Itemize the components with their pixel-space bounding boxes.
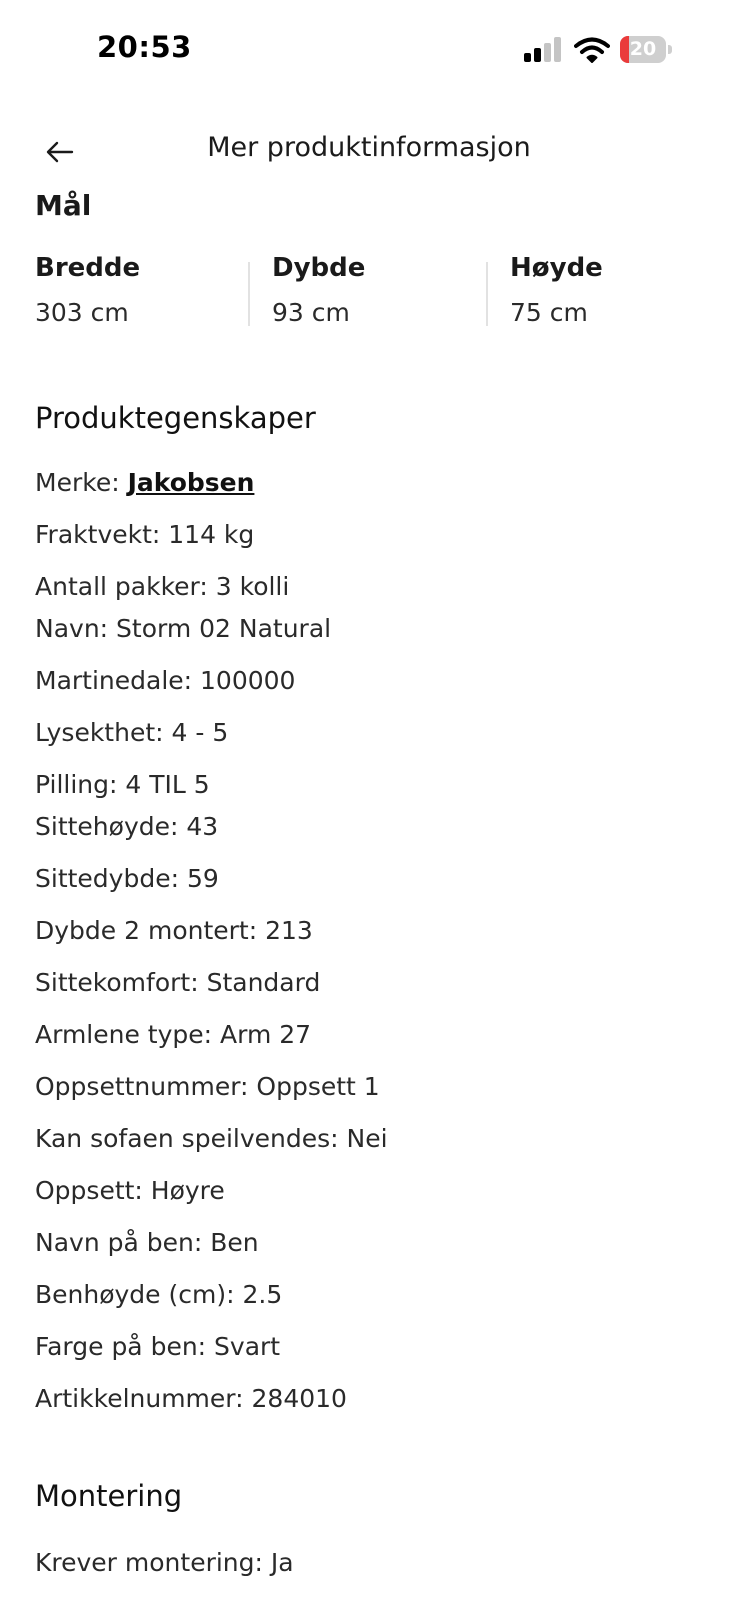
property-item: Navn på ben: Ben: [35, 1228, 259, 1257]
property-item: Oppsett: Høyre: [35, 1176, 225, 1205]
status-bar: 20:53 20: [0, 0, 738, 100]
cellular-signal-icon: [524, 37, 564, 62]
property-item: Sittehøyde: 43: [35, 812, 219, 841]
brand-link[interactable]: Jakobsen: [128, 468, 255, 497]
property-item: Pilling: 4 TIL 5: [35, 770, 210, 799]
property-item: Krever montering: Ja: [35, 1548, 294, 1577]
property-item: Kan sofaen speilvendes: Nei: [35, 1124, 388, 1153]
property-item: Dybde 2 montert: 213: [35, 916, 313, 945]
dimension-label: Dybde: [272, 253, 366, 283]
property-item: Sittekomfort: Standard: [35, 968, 321, 997]
nav-header: Mer produktinformasjon: [0, 112, 738, 192]
battery-level: 20: [629, 38, 657, 60]
property-brand: Merke: Jakobsen: [35, 465, 254, 501]
properties-title: Produktegenskaper: [35, 401, 316, 435]
assembly-title: Montering: [35, 1479, 183, 1513]
divider: [486, 262, 488, 326]
property-item: Farge på ben: Svart: [35, 1332, 281, 1361]
property-item: Armlene type: Arm 27: [35, 1020, 312, 1049]
dimension-label: Høyde: [510, 253, 603, 283]
dimension-depth: Dybde 93 cm: [272, 250, 472, 331]
brand-label: Merke:: [35, 468, 128, 497]
property-item: Fraktvekt: 114 kg: [35, 520, 255, 549]
property-item: Sittedybde: 59: [35, 864, 219, 893]
property-item: Martinedale: 100000: [35, 666, 296, 695]
property-item: Oppsettnummer: Oppsett 1: [35, 1072, 380, 1101]
page-title: Mer produktinformasjon: [207, 132, 531, 163]
dimension-value: 93 cm: [272, 298, 350, 327]
property-item: Antall pakker: 3 kolli: [35, 572, 290, 601]
property-item: Lysekthet: 4 - 5: [35, 718, 229, 747]
status-time: 20:53: [97, 30, 192, 64]
dimensions-title: Mål: [35, 189, 92, 218]
property-item: Artikkelnummer: 284010: [35, 1384, 347, 1413]
battery-icon: 20: [620, 36, 672, 63]
dimension-label: Bredde: [35, 253, 141, 283]
wifi-icon: [574, 37, 610, 63]
dimension-height: Høyde 75 cm: [510, 250, 710, 331]
dimension-value: 75 cm: [510, 298, 588, 327]
property-item: Navn: Storm 02 Natural: [35, 614, 332, 643]
dimension-width: Bredde 303 cm: [35, 250, 235, 331]
dimension-value: 303 cm: [35, 298, 129, 327]
property-item: Benhøyde (cm): 2.5: [35, 1280, 283, 1309]
divider: [248, 262, 250, 326]
